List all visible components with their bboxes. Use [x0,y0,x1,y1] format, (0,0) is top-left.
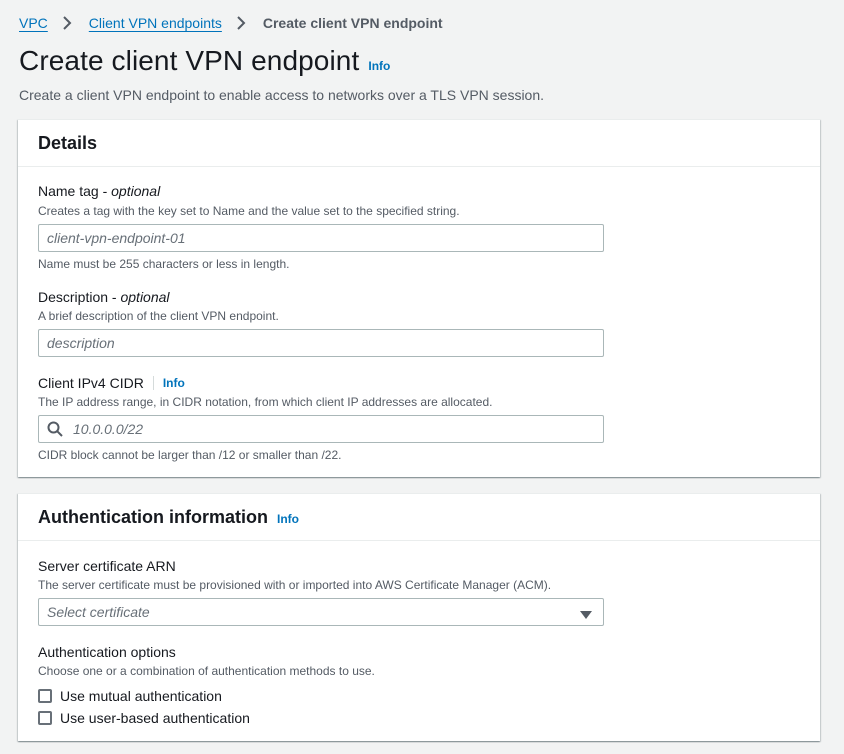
breadcrumb-link-client-vpn-endpoints[interactable]: Client VPN endpoints [89,15,222,31]
details-panel-header: Details [18,120,820,167]
search-icon [47,421,63,437]
cidr-info-link[interactable]: Info [163,374,185,392]
client-cidr-label: Client IPv4 CIDR Info [38,374,185,392]
description-field: Description - optional A brief descripti… [38,288,604,357]
authentication-panel: Authentication information Info Server c… [18,493,820,741]
authentication-options-label: Authentication options [38,644,176,660]
name-tag-description: Creates a tag with the key set to Name a… [38,204,460,218]
authentication-options-field: Authentication options Choose one or a c… [38,643,375,729]
description-placeholder: description [47,335,115,351]
mutual-authentication-checkbox[interactable] [38,689,52,703]
name-tag-constraint: Name must be 255 characters or less in l… [38,257,290,271]
name-tag-placeholder: client-vpn-endpoint-01 [47,230,186,246]
name-tag-label: Name tag - optional [38,183,161,199]
server-certificate-field: Server certificate ARN The server certif… [38,557,604,626]
server-certificate-label: Server certificate ARN [38,558,176,574]
caret-down-icon [579,607,593,619]
authentication-options-description: Choose one or a combination of authentic… [38,664,375,678]
page-title: Create client VPN endpoint [19,45,360,76]
user-based-authentication-label: Use user-based authentication [60,710,250,726]
optional-label: optional [111,183,161,199]
details-panel: Details Name tag - optional Creates a ta… [18,119,820,477]
authentication-info-link[interactable]: Info [277,512,299,526]
details-heading: Details [38,132,98,153]
description-label: Description - optional [38,289,170,305]
page-info-link[interactable]: Info [368,59,390,73]
client-cidr-placeholder: 10.0.0.0/22 [73,421,144,437]
chevron-right-icon [61,14,75,32]
server-certificate-select[interactable]: Select certificate [38,598,604,626]
name-tag-field: Name tag - optional Creates a tag with t… [38,182,604,272]
mutual-authentication-option[interactable]: Use mutual authentication [38,685,375,707]
user-based-authentication-checkbox[interactable] [38,711,52,725]
client-cidr-constraint: CIDR block cannot be larger than /12 or … [38,448,342,462]
page-header: Create client VPN endpoint Info [19,45,390,77]
user-based-authentication-option[interactable]: Use user-based authentication [38,707,375,729]
mutual-authentication-label: Use mutual authentication [60,688,222,704]
breadcrumb-link-vpc[interactable]: VPC [19,15,48,31]
client-cidr-field: Client IPv4 CIDR Info The IP address ran… [38,374,604,463]
optional-label: optional [120,289,170,305]
page-description: Create a client VPN endpoint to enable a… [19,87,545,103]
client-cidr-input[interactable]: 10.0.0.0/22 [38,415,604,443]
chevron-right-icon [235,14,249,32]
label-divider [152,376,154,390]
breadcrumb-current: Create client VPN endpoint [262,15,443,31]
authentication-panel-header: Authentication information Info [18,494,820,541]
description-input[interactable]: description [38,329,604,357]
client-cidr-description: The IP address range, in CIDR notation, … [38,395,493,409]
description-help: A brief description of the client VPN en… [38,309,279,323]
breadcrumb: VPC Client VPN endpoints Create client V… [19,14,443,32]
server-certificate-description: The server certificate must be provision… [38,578,552,592]
name-tag-input[interactable]: client-vpn-endpoint-01 [38,224,604,252]
authentication-heading: Authentication information [38,506,268,527]
server-certificate-placeholder: Select certificate [47,604,150,620]
